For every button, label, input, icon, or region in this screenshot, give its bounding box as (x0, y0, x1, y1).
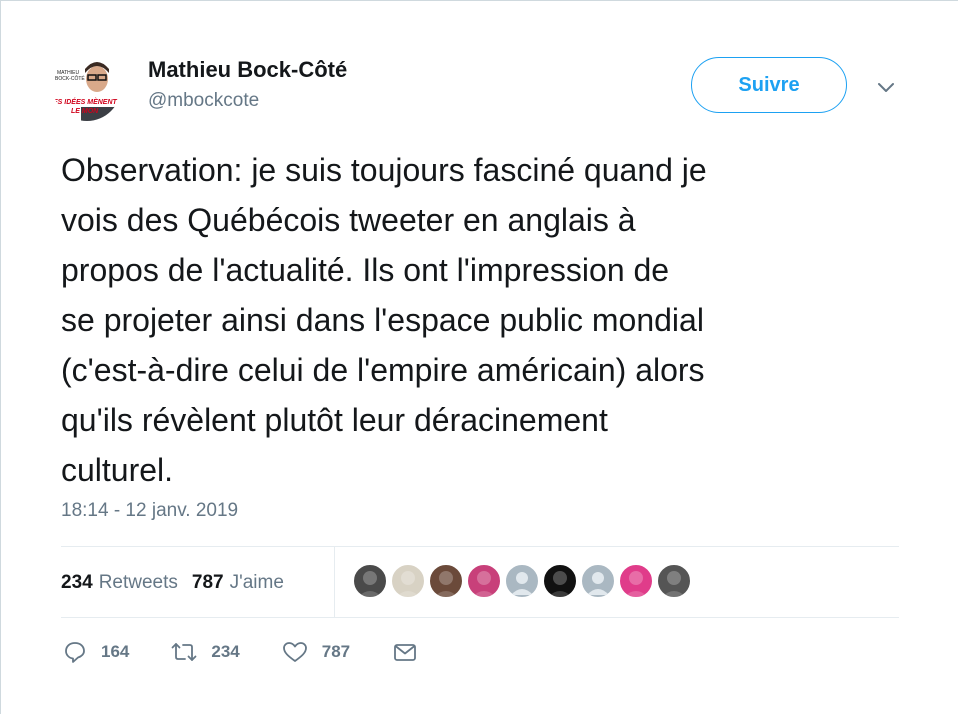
liker-avatar-5[interactable] (505, 564, 539, 598)
reply-count: 164 (101, 642, 130, 661)
direct-message-button[interactable] (392, 640, 418, 664)
likes-stat-count: 787 (191, 572, 224, 593)
retweets-stat-count: 234 (61, 572, 93, 593)
author-avatar-image: MATHIEU BOCK-CÔTÉ ES IDÉES MÈNENT LE MON (53, 53, 121, 121)
liker-avatar-2[interactable] (391, 564, 425, 598)
svg-text:LE MON: LE MON (71, 108, 99, 115)
author-handle[interactable]: @mbockcote (148, 90, 259, 112)
like-button[interactable]: 787 (282, 640, 350, 664)
svg-text:BOCK-CÔTÉ: BOCK-CÔTÉ (55, 75, 85, 82)
tweet-stats: 234 Retweets 787 J'aime (61, 569, 298, 597)
reply-button[interactable]: 164 (63, 640, 129, 664)
like-count: 787 (321, 642, 351, 661)
liker-avatar-7[interactable] (581, 564, 615, 598)
liker-avatar-1[interactable] (353, 564, 387, 598)
liker-avatar-6[interactable] (543, 564, 577, 598)
author-name[interactable]: Mathieu Bock-Côté (148, 57, 347, 83)
follow-button[interactable]: Suivre (691, 57, 847, 113)
likes-stat[interactable]: 787 J'aime (192, 572, 284, 594)
author-avatar[interactable]: MATHIEU BOCK-CÔTÉ ES IDÉES MÈNENT LE MON (53, 53, 121, 121)
divider (61, 617, 899, 618)
envelope-icon (394, 644, 417, 661)
likes-stat-label: J'aime (229, 572, 284, 593)
tweet-text: Observation: je suis toujours fasciné qu… (61, 152, 707, 488)
tweet-actions: 164 234 787 (63, 637, 460, 667)
chevron-down-icon[interactable] (874, 75, 898, 99)
retweet-count: 234 (211, 642, 240, 661)
liker-avatar-3[interactable] (429, 564, 463, 598)
stats-separator (334, 547, 335, 617)
retweet-button[interactable]: 234 (171, 640, 240, 664)
reply-icon (65, 642, 85, 663)
divider (61, 546, 899, 547)
svg-text:ES IDÉES MÈNENT: ES IDÉES MÈNENT (53, 97, 118, 106)
tweet-card: MATHIEU BOCK-CÔTÉ ES IDÉES MÈNENT LE MON… (0, 0, 958, 714)
retweets-stat-label: Retweets (98, 572, 178, 593)
liker-avatar-4[interactable] (467, 564, 501, 598)
retweets-stat[interactable]: 234 Retweets (61, 572, 178, 594)
retweet-icon (171, 643, 197, 661)
likers-avatars (353, 564, 691, 598)
tweet-timestamp[interactable]: 18:14 - 12 janv. 2019 (61, 500, 238, 522)
liker-avatar-9[interactable] (657, 564, 691, 598)
heart-icon (282, 642, 307, 662)
liker-avatar-8[interactable] (619, 564, 653, 598)
